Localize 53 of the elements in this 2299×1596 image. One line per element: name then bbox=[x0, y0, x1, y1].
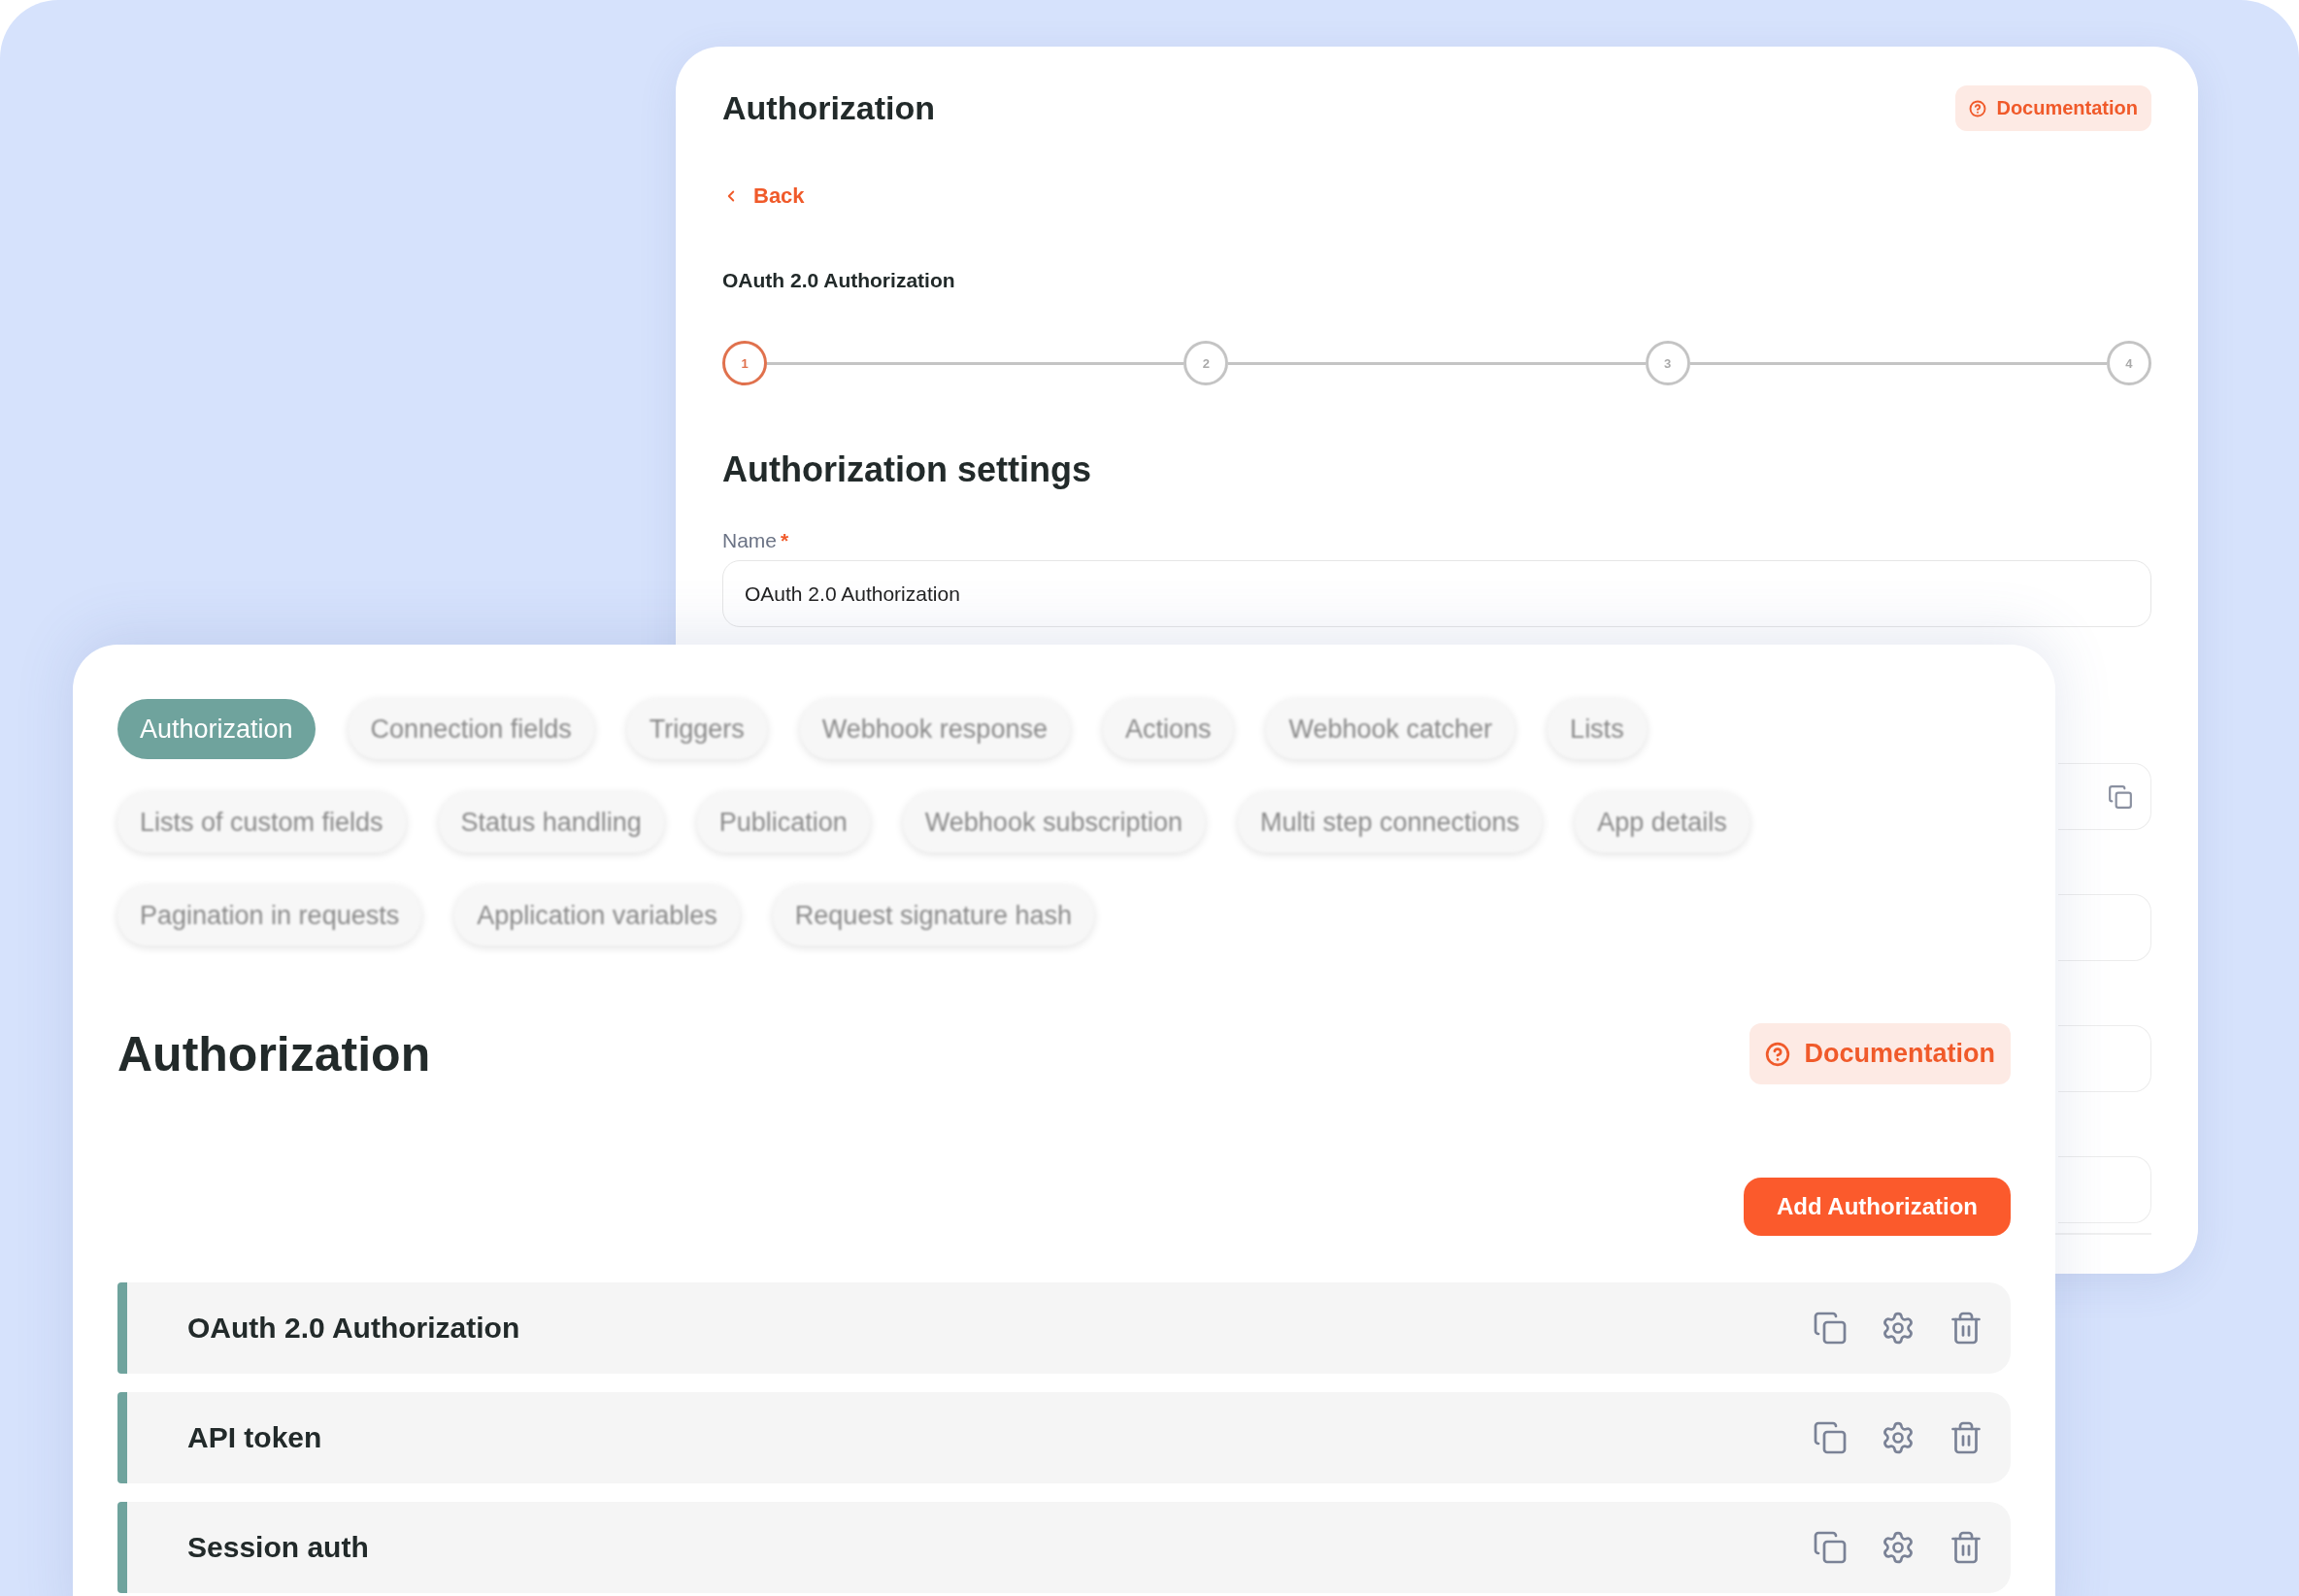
step-circle[interactable]: 2 bbox=[1183, 341, 1229, 385]
settings-icon[interactable] bbox=[1881, 1311, 1916, 1346]
tab[interactable]: App details bbox=[1575, 792, 1749, 852]
input-field[interactable] bbox=[2058, 763, 2151, 830]
settings-icon[interactable] bbox=[1881, 1530, 1916, 1565]
page-title: Authorization bbox=[722, 89, 936, 127]
authorization-name: API token bbox=[187, 1421, 322, 1454]
tab[interactable]: Pagination in requests bbox=[117, 885, 422, 946]
input-field[interactable] bbox=[2058, 1156, 2151, 1223]
step-circle[interactable]: 3 bbox=[1645, 341, 1690, 385]
authorization-name: Session auth bbox=[187, 1531, 369, 1564]
step-circle[interactable]: 4 bbox=[2107, 341, 2151, 385]
back-link[interactable]: Back bbox=[722, 183, 805, 209]
copy-icon[interactable] bbox=[2108, 783, 2133, 810]
tab[interactable]: Multi step connections bbox=[1238, 792, 1543, 852]
tab[interactable]: Publication bbox=[696, 792, 870, 852]
tab[interactable]: Connection fields bbox=[348, 699, 594, 759]
tab[interactable]: Lists bbox=[1548, 699, 1647, 759]
tab[interactable]: Webhook subscription bbox=[902, 792, 1205, 852]
documentation-button[interactable]: Documentation bbox=[1955, 85, 2151, 131]
tab[interactable]: Authorization bbox=[117, 699, 316, 759]
help-icon bbox=[1969, 99, 1987, 117]
help-icon bbox=[1765, 1041, 1791, 1067]
subtitle: OAuth 2.0 Authorization bbox=[722, 269, 956, 292]
tab[interactable]: Actions bbox=[1102, 699, 1234, 759]
name-field[interactable]: OAuth 2.0 Authorization bbox=[722, 560, 2151, 627]
authorization-row[interactable]: API token bbox=[117, 1392, 2011, 1483]
add-authorization-button[interactable]: Add Authorization bbox=[1743, 1178, 2011, 1236]
field-label: Name bbox=[722, 529, 778, 552]
authorization-name: OAuth 2.0 Authorization bbox=[187, 1312, 520, 1345]
copy-icon[interactable] bbox=[1813, 1311, 1848, 1346]
trash-icon[interactable] bbox=[1949, 1530, 1983, 1565]
tab[interactable]: Lists of custom fields bbox=[117, 792, 406, 852]
input-field[interactable] bbox=[2058, 1025, 2151, 1092]
authorization-row[interactable]: OAuth 2.0 Authorization bbox=[117, 1282, 2011, 1374]
input-field[interactable] bbox=[2058, 894, 2151, 961]
copy-icon[interactable] bbox=[1813, 1420, 1848, 1455]
tab[interactable]: Webhook catcher bbox=[1266, 699, 1516, 759]
tab[interactable]: Application variables bbox=[454, 885, 740, 946]
required-mark: * bbox=[781, 529, 789, 552]
trash-icon[interactable] bbox=[1949, 1311, 1983, 1346]
section-title: Authorization settings bbox=[722, 449, 1092, 490]
documentation-button[interactable]: Documentation bbox=[1749, 1023, 2011, 1084]
step-circle[interactable]: 1 bbox=[722, 341, 767, 385]
tab[interactable]: Request signature hash bbox=[772, 885, 1094, 946]
trash-icon[interactable] bbox=[1949, 1420, 1983, 1455]
copy-icon[interactable] bbox=[1813, 1530, 1848, 1565]
tab[interactable]: Status handling bbox=[438, 792, 664, 852]
page-title: Authorization bbox=[117, 1025, 431, 1082]
tab[interactable]: Webhook response bbox=[799, 699, 1070, 759]
settings-icon[interactable] bbox=[1881, 1420, 1916, 1455]
tab[interactable]: Triggers bbox=[626, 699, 767, 759]
authorization-row[interactable]: Session auth bbox=[117, 1502, 2011, 1593]
